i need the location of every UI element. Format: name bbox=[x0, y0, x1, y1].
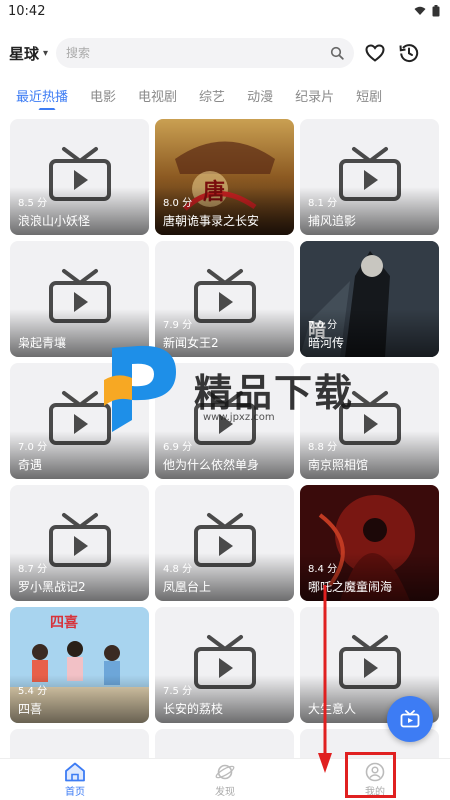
nav-label-mine: 我的 bbox=[365, 786, 385, 798]
card-rating: 8.5 分 bbox=[18, 198, 48, 209]
tab-short-drama[interactable]: 短剧 bbox=[356, 80, 382, 110]
card-title: 长安的荔枝 bbox=[163, 702, 224, 716]
card-title: 浪浪山小妖怪 bbox=[18, 214, 91, 228]
history-icon bbox=[399, 44, 419, 63]
card-rating: 7.0 分 bbox=[18, 442, 48, 453]
card-rating: 8.7 分 bbox=[18, 564, 48, 575]
video-card[interactable]: 7.5 分长安的荔枝 bbox=[155, 607, 294, 723]
card-title: 凤凰台上 bbox=[163, 580, 212, 594]
nav-home[interactable]: 首页 bbox=[0, 759, 150, 800]
card-title: 唐朝诡事录之长安 bbox=[163, 214, 260, 228]
tab-anime[interactable]: 动漫 bbox=[247, 80, 273, 110]
nav-mine[interactable]: 我的 bbox=[300, 759, 450, 800]
app-screen: 10:42 星球 ▾ 搜索 最近热播 电影 电视剧 综艺 动漫 纪录片 短剧 8… bbox=[0, 0, 450, 800]
video-card[interactable]: 唐8.0 分唐朝诡事录之长安 bbox=[155, 119, 294, 235]
card-title: 奇遇 bbox=[18, 458, 43, 472]
search-input[interactable] bbox=[66, 46, 307, 60]
video-card[interactable]: 四喜 5.4 分四喜 bbox=[10, 607, 149, 723]
card-title: 罗小黑战记2 bbox=[18, 580, 86, 594]
nav-label-home: 首页 bbox=[65, 786, 85, 798]
video-card[interactable]: 4.8 分凤凰台上 bbox=[155, 485, 294, 601]
card-title: 枭起青壤 bbox=[18, 336, 67, 350]
card-rating: 4.8 分 bbox=[163, 564, 193, 575]
planet-icon bbox=[215, 764, 235, 779]
tv-fab-button[interactable] bbox=[387, 696, 433, 742]
card-rating: 8.8 分 bbox=[308, 442, 338, 453]
content-grid: 8.5 分浪浪山小妖怪唐8.0 分唐朝诡事录之长安8.1 分捕风追影枭起青壤7.… bbox=[10, 119, 440, 769]
video-card[interactable]: 6.9 分他为什么依然单身 bbox=[155, 363, 294, 479]
app-title[interactable]: 星球 bbox=[9, 43, 39, 64]
card-rating: 5.4 分 bbox=[18, 686, 48, 697]
nav-discover[interactable]: 发现 bbox=[150, 759, 300, 800]
video-card[interactable]: 8.8 分南京照相馆 bbox=[300, 363, 439, 479]
video-card[interactable]: 8.1 分捕风追影 bbox=[300, 119, 439, 235]
video-card[interactable]: 8.5 分浪浪山小妖怪 bbox=[10, 119, 149, 235]
tv-icon bbox=[400, 710, 420, 728]
tab-recent-hot[interactable]: 最近热播 bbox=[16, 80, 68, 110]
nav-label-discover: 发现 bbox=[215, 786, 235, 798]
favorite-button[interactable] bbox=[362, 40, 388, 66]
card-title: 南京照相馆 bbox=[308, 458, 369, 472]
video-card[interactable]: 7.0 分奇遇 bbox=[10, 363, 149, 479]
card-rating: 8.0 分 bbox=[163, 198, 193, 209]
status-icons bbox=[414, 5, 440, 17]
video-card[interactable]: 7.9 分新闻女王2 bbox=[155, 241, 294, 357]
card-title: 他为什么依然单身 bbox=[163, 458, 260, 472]
card-title: 四喜 bbox=[18, 702, 43, 716]
card-title: 新闻女王2 bbox=[163, 336, 219, 350]
chevron-down-icon[interactable]: ▾ bbox=[43, 48, 48, 59]
card-rating: 7.0 分 bbox=[308, 320, 338, 331]
search-bar[interactable] bbox=[56, 38, 355, 68]
battery-icon bbox=[432, 5, 440, 17]
card-rating: 8.1 分 bbox=[308, 198, 338, 209]
status-time: 10:42 bbox=[8, 3, 46, 19]
card-rating: 7.9 分 bbox=[163, 320, 193, 331]
wifi-icon bbox=[414, 6, 426, 15]
card-title: 捕风追影 bbox=[308, 214, 357, 228]
home-icon bbox=[65, 762, 85, 781]
history-button[interactable] bbox=[396, 40, 422, 66]
tab-movies[interactable]: 电影 bbox=[90, 80, 116, 110]
user-icon bbox=[365, 762, 385, 781]
video-card[interactable]: 枭起青壤 bbox=[10, 241, 149, 357]
card-rating: 8.4 分 bbox=[308, 564, 338, 575]
search-icon[interactable] bbox=[330, 46, 344, 60]
tab-documentary[interactable]: 纪录片 bbox=[295, 80, 334, 110]
card-rating: 7.5 分 bbox=[163, 686, 193, 697]
category-tabs: 最近热播 电影 电视剧 综艺 动漫 纪录片 短剧 bbox=[0, 78, 450, 112]
video-card[interactable]: 暗7.0 分暗河传 bbox=[300, 241, 439, 357]
card-title: 哪吒之魔童闹海 bbox=[308, 580, 393, 594]
tab-variety[interactable]: 综艺 bbox=[199, 80, 225, 110]
svg-text:四喜: 四喜 bbox=[50, 614, 78, 631]
status-bar: 10:42 bbox=[0, 0, 450, 22]
video-card[interactable]: 8.4 分哪吒之魔童闹海 bbox=[300, 485, 439, 601]
header: 星球 ▾ bbox=[0, 34, 450, 72]
video-card[interactable]: 8.7 分罗小黑战记2 bbox=[10, 485, 149, 601]
heart-icon bbox=[365, 44, 385, 62]
tab-tv-series[interactable]: 电视剧 bbox=[138, 80, 177, 110]
card-rating: 6.9 分 bbox=[163, 442, 193, 453]
card-title: 暗河传 bbox=[308, 336, 345, 350]
bottom-nav: 首页 发现 我的 bbox=[0, 758, 450, 800]
